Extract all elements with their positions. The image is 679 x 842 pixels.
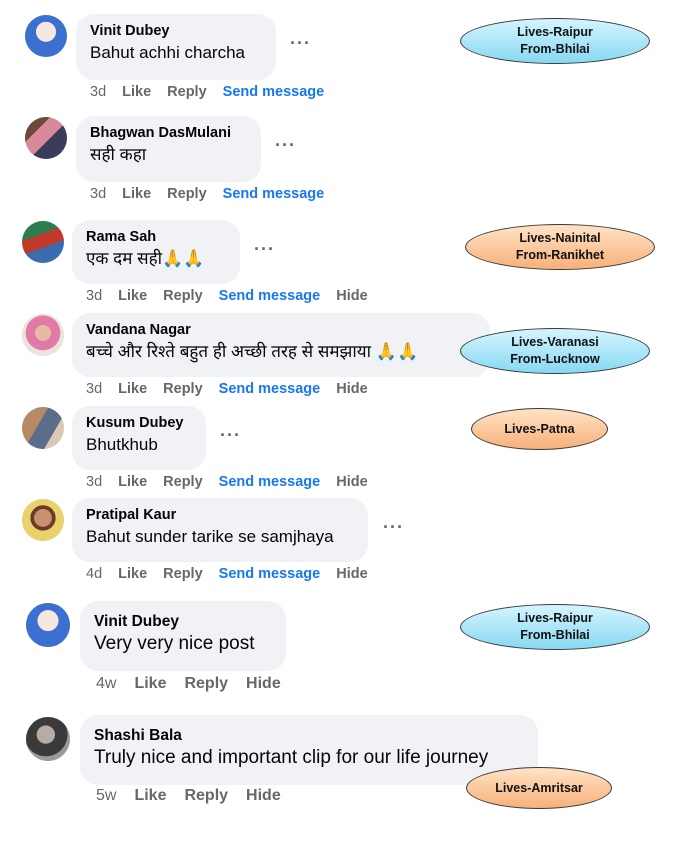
commenter-name[interactable]: Rama Sah [86, 228, 226, 247]
commenter-name[interactable]: Kusum Dubey [86, 414, 192, 433]
tag-line-from: From-Ranikhet [515, 248, 605, 262]
like-button[interactable]: Like [122, 186, 151, 202]
like-button[interactable]: Like [122, 84, 151, 100]
comment-time[interactable]: 4d [86, 566, 102, 582]
reply-button[interactable]: Reply [163, 566, 203, 582]
avatar[interactable] [22, 314, 64, 356]
comment-actions: 5w Like Reply Hide [96, 787, 281, 805]
tag-line-lives: Lives-Nainital [519, 231, 601, 245]
reply-button[interactable]: Reply [163, 474, 203, 490]
location-tag: Lives-Patna [471, 408, 608, 450]
send-message-button[interactable]: Send message [219, 381, 321, 397]
reply-button[interactable]: Reply [167, 186, 207, 202]
comment-text: Bhutkhub [86, 435, 158, 454]
tag-line-from: From-Bhilai [520, 42, 590, 56]
tag-line-lives: Lives-Varanasi [511, 335, 599, 349]
hide-button[interactable]: Hide [246, 787, 281, 805]
more-dots-icon[interactable]: ··· [290, 34, 311, 52]
comment-actions: 3d Like Reply Send message [90, 84, 324, 100]
tag-line-lives: Lives-Raipur [517, 611, 593, 625]
comment-text: Truly nice and important clip for our li… [94, 747, 489, 768]
location-tag: Lives-Raipur From-Bhilai [460, 18, 650, 64]
tag-line-lives: Lives-Patna [504, 421, 575, 436]
reply-button[interactable]: Reply [184, 787, 228, 805]
send-message-button[interactable]: Send message [219, 566, 321, 582]
comment-bubble: Kusum Dubey Bhutkhub [72, 406, 206, 470]
comment-text: Bahut sunder tarike se samjhaya [86, 527, 334, 546]
like-button[interactable]: Like [134, 675, 166, 693]
hide-button[interactable]: Hide [246, 675, 281, 693]
send-message-button[interactable]: Send message [223, 186, 325, 202]
location-tag: Lives-Varanasi From-Lucknow [460, 328, 650, 374]
hide-button[interactable]: Hide [336, 381, 367, 397]
commenter-name[interactable]: Vandana Nagar [86, 321, 476, 340]
tag-line-lives: Lives-Amritsar [495, 780, 583, 795]
tag-line-lives: Lives-Raipur [517, 25, 593, 39]
location-tag: Lives-Nainital From-Ranikhet [465, 224, 655, 270]
avatar[interactable] [26, 603, 70, 647]
more-dots-icon[interactable]: ··· [383, 518, 404, 536]
comment-time[interactable]: 5w [96, 787, 116, 805]
comment-bubble: Shashi Bala Truly nice and important cli… [80, 715, 538, 785]
avatar[interactable] [22, 407, 64, 449]
hide-button[interactable]: Hide [336, 474, 367, 490]
tag-line-from: From-Lucknow [510, 352, 600, 366]
location-tag: Lives-Amritsar [466, 767, 612, 809]
comment-bubble: Vinit Dubey Very very nice post [80, 601, 286, 671]
send-message-button[interactable]: Send message [219, 288, 321, 304]
comment-bubble: Bhagwan DasMulani सही कहा [76, 116, 261, 182]
reply-button[interactable]: Reply [167, 84, 207, 100]
like-button[interactable]: Like [118, 474, 147, 490]
comment-text: एक दम सही🙏🙏 [86, 249, 205, 268]
comment-actions: 3d Like Reply Send message Hide [86, 474, 368, 490]
comment-bubble: Vandana Nagar बच्चे और रिश्ते बहुत ही अच… [72, 313, 490, 377]
comment-bubble: Pratipal Kaur Bahut sunder tarike se sam… [72, 498, 368, 562]
hide-button[interactable]: Hide [336, 288, 367, 304]
more-dots-icon[interactable]: ··· [220, 426, 241, 444]
tag-line-from: From-Bhilai [520, 628, 590, 642]
comment-actions: 4w Like Reply Hide [96, 675, 281, 693]
comment-time[interactable]: 3d [86, 381, 102, 397]
send-message-button[interactable]: Send message [223, 84, 325, 100]
send-message-button[interactable]: Send message [219, 474, 321, 490]
comment-time[interactable]: 3d [90, 84, 106, 100]
avatar[interactable] [22, 499, 64, 541]
comment-text: सही कहा [90, 145, 147, 164]
avatar[interactable] [22, 221, 64, 263]
like-button[interactable]: Like [118, 566, 147, 582]
commenter-name[interactable]: Bhagwan DasMulani [90, 124, 247, 143]
location-tag: Lives-Raipur From-Bhilai [460, 604, 650, 650]
comment-time[interactable]: 3d [90, 186, 106, 202]
more-dots-icon[interactable]: ··· [275, 136, 296, 154]
comment-time[interactable]: 3d [86, 474, 102, 490]
comment-text: Very very nice post [94, 633, 255, 654]
like-button[interactable]: Like [118, 381, 147, 397]
commenter-name[interactable]: Vinit Dubey [94, 612, 272, 631]
reply-button[interactable]: Reply [163, 288, 203, 304]
comment-text: Bahut achhi charcha [90, 43, 245, 62]
comment-text: बच्चे और रिश्ते बहुत ही अच्छी तरह से समझ… [86, 342, 419, 361]
avatar[interactable] [25, 15, 67, 57]
comment-actions: 3d Like Reply Send message [90, 186, 324, 202]
avatar[interactable] [25, 117, 67, 159]
like-button[interactable]: Like [134, 787, 166, 805]
comment-time[interactable]: 3d [86, 288, 102, 304]
commenter-name[interactable]: Pratipal Kaur [86, 506, 354, 525]
comment-time[interactable]: 4w [96, 675, 116, 693]
comment-bubble: Vinit Dubey Bahut achhi charcha [76, 14, 276, 80]
more-dots-icon[interactable]: ··· [254, 240, 275, 258]
comment-bubble: Rama Sah एक दम सही🙏🙏 [72, 220, 240, 284]
commenter-name[interactable]: Shashi Bala [94, 726, 524, 745]
avatar[interactable] [26, 717, 70, 761]
hide-button[interactable]: Hide [336, 566, 367, 582]
reply-button[interactable]: Reply [184, 675, 228, 693]
commenter-name[interactable]: Vinit Dubey [90, 22, 262, 41]
reply-button[interactable]: Reply [163, 381, 203, 397]
comment-actions: 3d Like Reply Send message Hide [86, 288, 368, 304]
comment-actions: 4d Like Reply Send message Hide [86, 566, 368, 582]
like-button[interactable]: Like [118, 288, 147, 304]
comment-actions: 3d Like Reply Send message Hide [86, 381, 368, 397]
